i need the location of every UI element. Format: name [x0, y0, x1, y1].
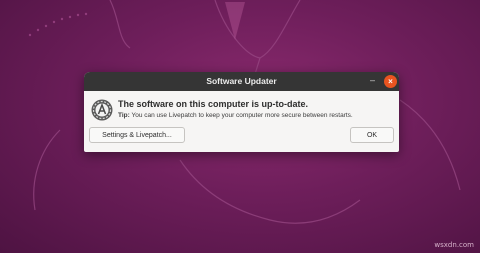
- window-title: Software Updater: [206, 76, 277, 86]
- watermark: wsxdn.com: [434, 241, 474, 249]
- tip-text: You can use Livepatch to keep your compu…: [129, 112, 353, 119]
- status-headline: The software on this computer is up-to-d…: [118, 99, 309, 109]
- close-button[interactable]: ×: [384, 75, 397, 88]
- software-updater-dialog: Software Updater – × The software on thi…: [84, 72, 399, 152]
- tip-label: Tip:: [118, 112, 130, 119]
- settings-livepatch-button[interactable]: Settings & Livepatch...: [89, 127, 185, 143]
- minimize-button[interactable]: –: [366, 75, 379, 88]
- software-updater-icon: [91, 99, 113, 121]
- ok-button[interactable]: OK: [350, 127, 394, 143]
- tip-message: Tip: You can use Livepatch to keep your …: [118, 112, 353, 119]
